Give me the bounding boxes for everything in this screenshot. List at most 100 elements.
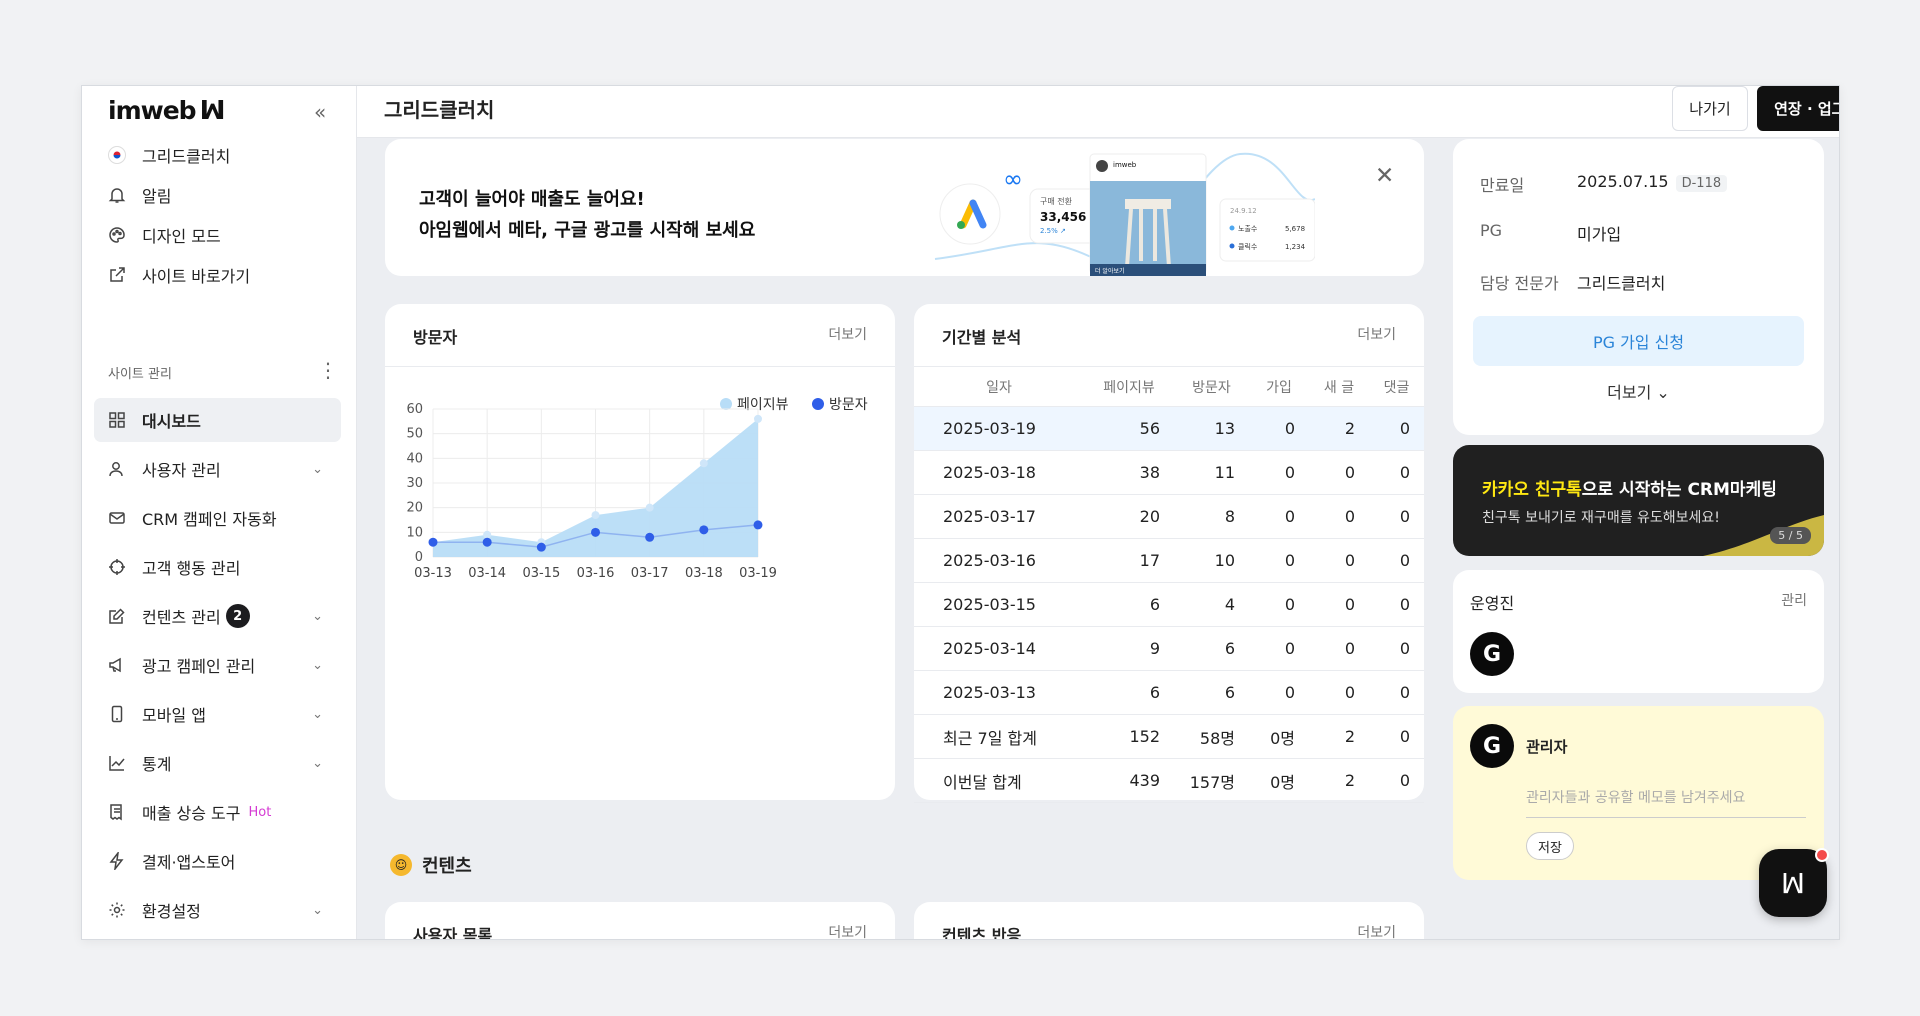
- date-cell: 2025-03-18: [914, 450, 1084, 495]
- period-analysis-panel: 기간별 분석 더보기 일자 페이지뷰 방문자 가입 새 글 댓글 2025-03…: [914, 304, 1424, 803]
- sidebar-item-users[interactable]: 사용자 관리 ⌄: [94, 447, 341, 491]
- panel-title: 운영진: [1470, 594, 1515, 613]
- memo-input[interactable]: 관리자들과 공유할 메모를 남겨주세요: [1526, 784, 1806, 818]
- user-list-panel: 사용자 목록 더보기: [385, 902, 895, 940]
- sidebar-item-customer-behavior[interactable]: 고객 행동 관리: [94, 545, 341, 589]
- sidebar-item-mobile-app[interactable]: 모바일 앱 ⌄: [94, 692, 341, 736]
- value-cell: 0: [1369, 538, 1424, 583]
- chevron-down-icon: ⌄: [1656, 383, 1670, 402]
- more-link[interactable]: 더보기: [828, 922, 867, 939]
- y-tick-label: 0: [415, 550, 423, 565]
- receipt-icon: [106, 801, 128, 823]
- value-cell: 0: [1309, 450, 1369, 495]
- more-link[interactable]: 더보기: [1357, 922, 1396, 939]
- info-value: 그리드클러치: [1577, 274, 1666, 293]
- table-row: 2025-03-17 20 8 0 0 0: [914, 494, 1424, 539]
- promo-wave: [1703, 515, 1824, 556]
- visitor-point: [536, 542, 546, 552]
- chevron-down-icon: ⌄: [312, 706, 323, 722]
- sidebar-item-crm[interactable]: CRM 캠페인 자동화: [94, 496, 341, 540]
- date-cell: 최근 7일 합계: [914, 714, 1084, 759]
- more-toggle[interactable]: 더보기 ⌄: [1453, 379, 1824, 403]
- x-tick-label: 03-14: [468, 566, 506, 581]
- kakao-promo-card[interactable]: 카카오 친구톡으로 시작하는 CRM마케팅 친구톡 보내기로 재구매를 유도해보…: [1453, 445, 1824, 556]
- pg-signup-button[interactable]: PG 가입 신청: [1473, 316, 1804, 366]
- upgrade-button[interactable]: 연장 · 업그레이드: [1757, 86, 1839, 131]
- pageview-point: [591, 511, 600, 520]
- sidebar-item-sales-tools[interactable]: 매출 상승 도구 Hot: [94, 790, 341, 834]
- kebab-menu-icon[interactable]: ⋮: [318, 358, 338, 382]
- manage-link[interactable]: 관리: [1781, 590, 1807, 610]
- pageview-point: [754, 414, 762, 423]
- value-cell: 6: [1084, 582, 1174, 627]
- sidebar-item-alerts[interactable]: 알림: [94, 173, 341, 217]
- visitor-point: [482, 537, 492, 547]
- value-cell: 0: [1249, 670, 1309, 715]
- sidebar-item-payment-appstore[interactable]: 결제·앱스토어: [94, 839, 341, 883]
- save-button[interactable]: 저장: [1526, 832, 1574, 860]
- mobile-icon: [106, 703, 128, 725]
- mock-conversion-value: 33,456: [1040, 210, 1086, 224]
- brand-logo[interactable]: imweb ꟽ: [108, 96, 225, 126]
- sidebar-item-visit-site[interactable]: 사이트 바로가기: [94, 253, 341, 297]
- more-link[interactable]: 더보기: [1357, 324, 1396, 344]
- sidebar-item-label: 통계: [142, 755, 172, 774]
- value-cell: 17: [1084, 538, 1174, 583]
- meta-icon: ∞: [1003, 165, 1023, 193]
- content-reactions-panel: 컨텐츠 반응 더보기: [914, 902, 1424, 939]
- pageview-point: [483, 530, 492, 539]
- promo-highlight: 카카오 친구톡: [1482, 480, 1582, 500]
- panel-title: 사용자 목록: [413, 926, 493, 940]
- close-icon[interactable]: ✕: [1375, 163, 1394, 189]
- user-icon: [106, 458, 128, 480]
- y-tick-label: 50: [406, 427, 423, 442]
- x-tick-label: 03-17: [631, 566, 669, 581]
- sidebar-item-statistics[interactable]: 통계 ⌄: [94, 741, 341, 785]
- table-row: 2025-03-19 56 13 0 2 0: [914, 406, 1424, 451]
- value-cell: 4: [1174, 582, 1249, 627]
- external-link-icon: [106, 264, 128, 286]
- sidebar-item-settings[interactable]: 환경설정 ⌄: [94, 888, 341, 932]
- avatar[interactable]: G: [1470, 632, 1514, 676]
- value-cell: 0: [1249, 582, 1309, 627]
- carousel-page-indicator: 5 / 5: [1770, 527, 1811, 544]
- value-cell: 2: [1309, 758, 1369, 803]
- sidebar-item-label: 결제·앱스토어: [142, 853, 236, 872]
- value-cell: 11: [1174, 450, 1249, 495]
- y-tick-label: 10: [406, 525, 423, 540]
- sidebar-item-dashboard[interactable]: 대시보드: [94, 398, 341, 442]
- value-cell: 439: [1084, 758, 1174, 803]
- hot-tag: Hot: [248, 804, 272, 820]
- exit-button[interactable]: 나가기: [1672, 86, 1748, 131]
- palette-icon: [106, 224, 128, 246]
- double-chevron-left-icon[interactable]: «: [314, 100, 326, 124]
- sidebar: imweb ꟽ « 그리드클러치 알림 디자인 모드 사이트 바로가기 사이트 관…: [82, 86, 357, 939]
- korea-flag-icon: [106, 144, 128, 166]
- gear-icon: [106, 899, 128, 921]
- value-cell: 0: [1249, 538, 1309, 583]
- value-cell: 0: [1249, 626, 1309, 671]
- value-cell: 0: [1369, 494, 1424, 539]
- sidebar-item-ad-campaign[interactable]: 광고 캠페인 관리 ⌄: [94, 643, 341, 687]
- visitors-panel: 방문자 더보기 페이지뷰 방문자 0 10 20 30 40 50 60 03-13 03-14…: [385, 304, 895, 800]
- sidebar-item-site[interactable]: 그리드클러치: [94, 133, 341, 177]
- chevron-down-icon: ⌄: [312, 461, 323, 477]
- y-tick-label: 60: [406, 402, 423, 417]
- avatar: G: [1470, 724, 1514, 768]
- sidebar-item-label: CRM 캠페인 자동화: [142, 510, 277, 529]
- promo-title: 카카오 친구톡으로 시작하는 CRM마케팅: [1482, 475, 1777, 500]
- visitor-point: [699, 525, 709, 535]
- section-heading-label: 컨텐츠: [422, 856, 472, 877]
- ad-promo-banner[interactable]: 고객이 늘어야 매출도 늘어요! 아임웹에서 메타, 구글 광고를 시작해 보세…: [385, 139, 1424, 276]
- value-cell: 0: [1369, 714, 1424, 759]
- sidebar-item-design-mode[interactable]: 디자인 모드: [94, 213, 341, 257]
- face-icon: ☺: [390, 854, 412, 876]
- table-row: 이번달 합계 439 157명 0명 2 0: [914, 758, 1424, 803]
- x-tick-label: 03-19: [739, 566, 777, 581]
- sidebar-item-contents[interactable]: 컨텐츠 관리 2 ⌄: [94, 594, 341, 638]
- sidebar-item-label: 환경설정: [142, 902, 201, 921]
- x-tick-label: 03-13: [414, 566, 452, 581]
- value-cell: 6: [1174, 670, 1249, 715]
- value-cell: 58명: [1174, 714, 1249, 759]
- count-badge: 2: [225, 604, 250, 628]
